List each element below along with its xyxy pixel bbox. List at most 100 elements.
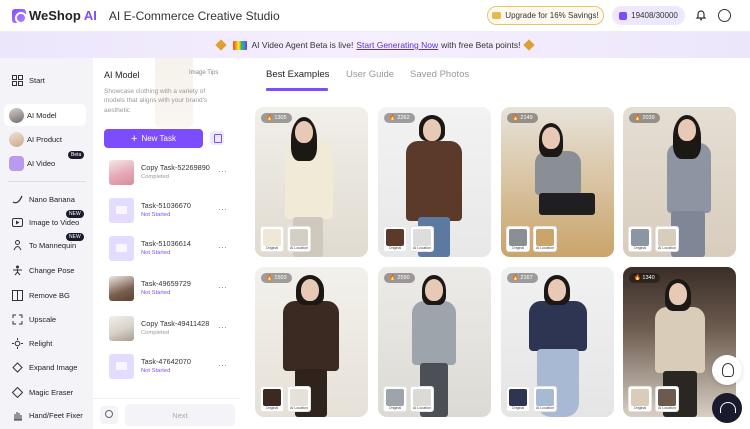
- sidebar-item-upscale[interactable]: Upscale: [4, 308, 86, 330]
- new-task-button[interactable]: + New Task: [104, 129, 203, 148]
- example-card[interactable]: 🔥 2149 Original AI Location: [501, 107, 614, 257]
- task-item[interactable]: Task-49659729 Not Started ···: [107, 274, 233, 304]
- sidebar-item-hand-feet-fixer[interactable]: Hand/Feet Fixer: [4, 404, 86, 426]
- tab-best-examples[interactable]: Best Examples: [266, 69, 329, 80]
- search-icon[interactable]: [100, 406, 118, 424]
- beta-badge: Beta: [68, 151, 85, 159]
- task-item[interactable]: Copy Task-49411428 Completed ···: [107, 314, 233, 344]
- ai-location-thumb: AI Location: [533, 386, 557, 412]
- copy-icon[interactable]: [210, 131, 224, 145]
- original-thumb: Original: [383, 386, 407, 412]
- panel-title: AI Model: [104, 70, 140, 80]
- more-icon[interactable]: ···: [218, 204, 227, 214]
- sidebar-item-ai-model[interactable]: AI Model: [4, 104, 86, 126]
- example-card[interactable]: 🔥 2262 Original AI Location: [378, 107, 491, 257]
- party-icon: [215, 39, 228, 51]
- play-icon: [12, 217, 23, 227]
- ai-location-thumb: AI Location: [287, 386, 311, 412]
- task-name: Task-51036614: [141, 239, 191, 248]
- next-button[interactable]: Next: [125, 404, 235, 426]
- sidebar-item-start[interactable]: Start: [4, 69, 86, 91]
- sidebar-item-label: AI Product: [27, 134, 63, 144]
- task-name: Task-47642070: [141, 357, 191, 366]
- sidebar-item-label: Relight: [29, 338, 53, 348]
- eraser-icon: [12, 386, 23, 398]
- more-icon[interactable]: ···: [218, 360, 227, 370]
- tab-saved-photos[interactable]: Saved Photos: [410, 69, 469, 80]
- more-icon[interactable]: ···: [218, 166, 227, 176]
- likes-badge: 🔥 1503: [261, 273, 292, 283]
- active-tab-indicator: [266, 88, 328, 91]
- task-item[interactable]: Task-51036670 Not Started ···: [107, 196, 233, 226]
- sidebar-item-relight[interactable]: Relight: [4, 332, 86, 354]
- mannequin-icon: [13, 239, 22, 250]
- sidebar-item-remove-bg[interactable]: Remove BG: [4, 284, 86, 306]
- tab-user-guide[interactable]: User Guide: [346, 69, 394, 80]
- likes-badge: 🔥 2262: [384, 113, 415, 123]
- panel-footer: Next: [93, 398, 240, 429]
- sidebar-item-label: Start: [29, 75, 45, 85]
- task-status: Not Started: [141, 212, 171, 218]
- task-thumbnail-placeholder: [109, 236, 134, 261]
- sidebar-item-ai-product[interactable]: AI Product: [4, 128, 86, 150]
- task-name: Copy Task-52269890: [141, 163, 210, 172]
- credits-button[interactable]: 19408/30000: [612, 6, 685, 25]
- ai-location-thumb: AI Location: [655, 226, 679, 252]
- upgrade-label: Upgrade for 16% Savings!: [505, 11, 599, 20]
- example-card[interactable]: 🔥 2590 Original AI Location: [378, 267, 491, 417]
- sidebar-item-label: To Mannequin: [29, 240, 77, 250]
- new-badge: NEW: [66, 210, 84, 218]
- image-tips-link[interactable]: Image Tips: [189, 70, 218, 76]
- support-headset-icon[interactable]: [712, 393, 742, 423]
- sidebar-item-nano-banana[interactable]: Nano Banana: [4, 188, 86, 210]
- sidebar-item-label: Remove BG: [29, 290, 70, 300]
- sidebar-item-label: Nano Banana: [29, 194, 75, 204]
- new-task-label: New Task: [141, 134, 176, 143]
- original-thumb: Original: [383, 226, 407, 252]
- credits-value: 19408/30000: [631, 11, 678, 20]
- sidebar-item-label: Upscale: [29, 314, 57, 324]
- likes-badge: 🔥 2149: [507, 113, 538, 123]
- task-item[interactable]: Task-51036614 Not Started ···: [107, 234, 233, 264]
- lightbulb-icon[interactable]: [712, 355, 742, 385]
- sidebar-item-magic-eraser[interactable]: Magic Eraser: [4, 381, 86, 403]
- more-icon[interactable]: ···: [218, 242, 227, 252]
- more-icon[interactable]: ···: [218, 322, 227, 332]
- weshop-logo[interactable]: WeShop AI: [12, 8, 97, 24]
- video-icon: [9, 155, 24, 171]
- task-status: Not Started: [141, 250, 171, 256]
- example-card[interactable]: 🔥 2039 Original AI Location: [623, 107, 736, 257]
- grid-icon: [12, 74, 23, 86]
- task-item[interactable]: Task-47642070 Not Started ···: [107, 352, 233, 382]
- panel-description: Showcase clothing with a variety of mode…: [104, 88, 208, 114]
- model-avatar-icon: [9, 107, 24, 123]
- example-card[interactable]: 🔥 2167 Original AI Location: [501, 267, 614, 417]
- sidebar-item-change-pose[interactable]: Change Pose: [4, 259, 86, 281]
- logo-text: WeShop: [29, 8, 81, 23]
- banner-suffix: with free Beta points!: [441, 40, 521, 50]
- banner-text: AI Video Agent Beta is live!: [251, 40, 354, 50]
- example-card[interactable]: 🔥 1503 Original AI Location: [255, 267, 368, 417]
- expand-icon: [12, 361, 23, 373]
- new-badge: NEW: [66, 233, 84, 241]
- task-status: Not Started: [141, 368, 171, 374]
- task-status: Completed: [141, 330, 170, 336]
- task-item[interactable]: Copy Task-52269890 Completed ···: [107, 158, 233, 188]
- example-card[interactable]: 🔥 1305 Original AI Location: [255, 107, 368, 257]
- ai-location-thumb: AI Location: [655, 386, 679, 412]
- pose-icon: [13, 265, 22, 275]
- rainbow-icon: [233, 40, 248, 50]
- banner-link[interactable]: Start Generating Now: [356, 40, 438, 50]
- upgrade-button[interactable]: Upgrade for 16% Savings!: [487, 6, 604, 25]
- ai-location-thumb: AI Location: [533, 226, 557, 252]
- profile-icon[interactable]: [718, 9, 731, 22]
- original-thumb: Original: [628, 386, 652, 412]
- more-icon[interactable]: ···: [218, 282, 227, 292]
- sidebar-item-expand-image[interactable]: Expand Image: [4, 356, 86, 378]
- logo-ai-text: AI: [83, 8, 97, 23]
- task-thumbnail: [109, 276, 134, 301]
- likes-badge: 🔥 2167: [507, 273, 538, 283]
- original-thumb: Original: [260, 226, 284, 252]
- sidebar-item-label: Image to Video: [29, 217, 80, 227]
- bell-icon[interactable]: [695, 9, 707, 21]
